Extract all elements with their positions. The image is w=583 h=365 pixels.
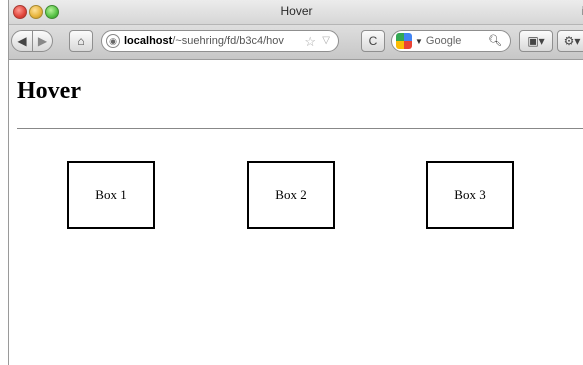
desktop-edge bbox=[0, 0, 8, 365]
box-3[interactable]: Box 3 bbox=[426, 161, 514, 229]
search-icon[interactable]: 🔍︎ bbox=[488, 34, 502, 47]
address-bar[interactable]: ◉ localhost /~suehring/fd/b3c4/hov ☆ ▽ bbox=[101, 30, 339, 52]
box-2[interactable]: Box 2 bbox=[247, 161, 335, 229]
page-menu-icon: ▣▾ bbox=[527, 34, 545, 48]
search-field[interactable]: ▼ Google 🔍︎ bbox=[391, 30, 511, 52]
browser-window: Hover i ◀ ▶ ⌂ ◉ localhost /~suehring/fd/… bbox=[8, 0, 583, 365]
home-icon: ⌂ bbox=[77, 34, 85, 48]
box-label: Box 1 bbox=[95, 187, 127, 202]
url-dropdown-icon[interactable]: ▽ bbox=[322, 35, 330, 46]
home-button[interactable]: ⌂ bbox=[69, 30, 93, 52]
horizontal-rule bbox=[17, 128, 583, 129]
bookmark-star-icon[interactable]: ☆ bbox=[304, 34, 316, 50]
page-title: Hover bbox=[17, 78, 81, 104]
reload-button[interactable]: C bbox=[361, 30, 385, 52]
window-title: Hover bbox=[280, 4, 313, 18]
site-info-icon: ◉ bbox=[106, 34, 120, 48]
google-logo-icon bbox=[396, 33, 412, 49]
forward-button[interactable]: ▶ bbox=[33, 30, 53, 52]
browser-toolbar: ◀ ▶ ⌂ ◉ localhost /~suehring/fd/b3c4/hov… bbox=[9, 25, 583, 60]
title-bar: Hover i bbox=[9, 0, 583, 25]
forward-icon: ▶ bbox=[37, 34, 48, 48]
reload-icon: C bbox=[368, 34, 378, 48]
page-content: Hover Box 1 Box 2 Box 3 bbox=[9, 60, 583, 365]
url-host: localhost bbox=[124, 35, 173, 47]
box-label: Box 3 bbox=[454, 187, 486, 202]
search-engine-dropdown-icon[interactable]: ▼ bbox=[415, 37, 423, 46]
back-icon: ◀ bbox=[17, 34, 27, 48]
back-button[interactable]: ◀ bbox=[11, 30, 33, 52]
page-menu-button[interactable]: ▣▾ bbox=[519, 30, 553, 52]
settings-menu-button[interactable]: ⚙▾ bbox=[557, 30, 583, 52]
search-placeholder: Google bbox=[425, 35, 462, 47]
box-label: Box 2 bbox=[275, 187, 307, 202]
gear-icon: ⚙▾ bbox=[563, 34, 581, 48]
box-1[interactable]: Box 1 bbox=[67, 161, 155, 229]
url-path: /~suehring/fd/b3c4/hov bbox=[172, 35, 284, 47]
